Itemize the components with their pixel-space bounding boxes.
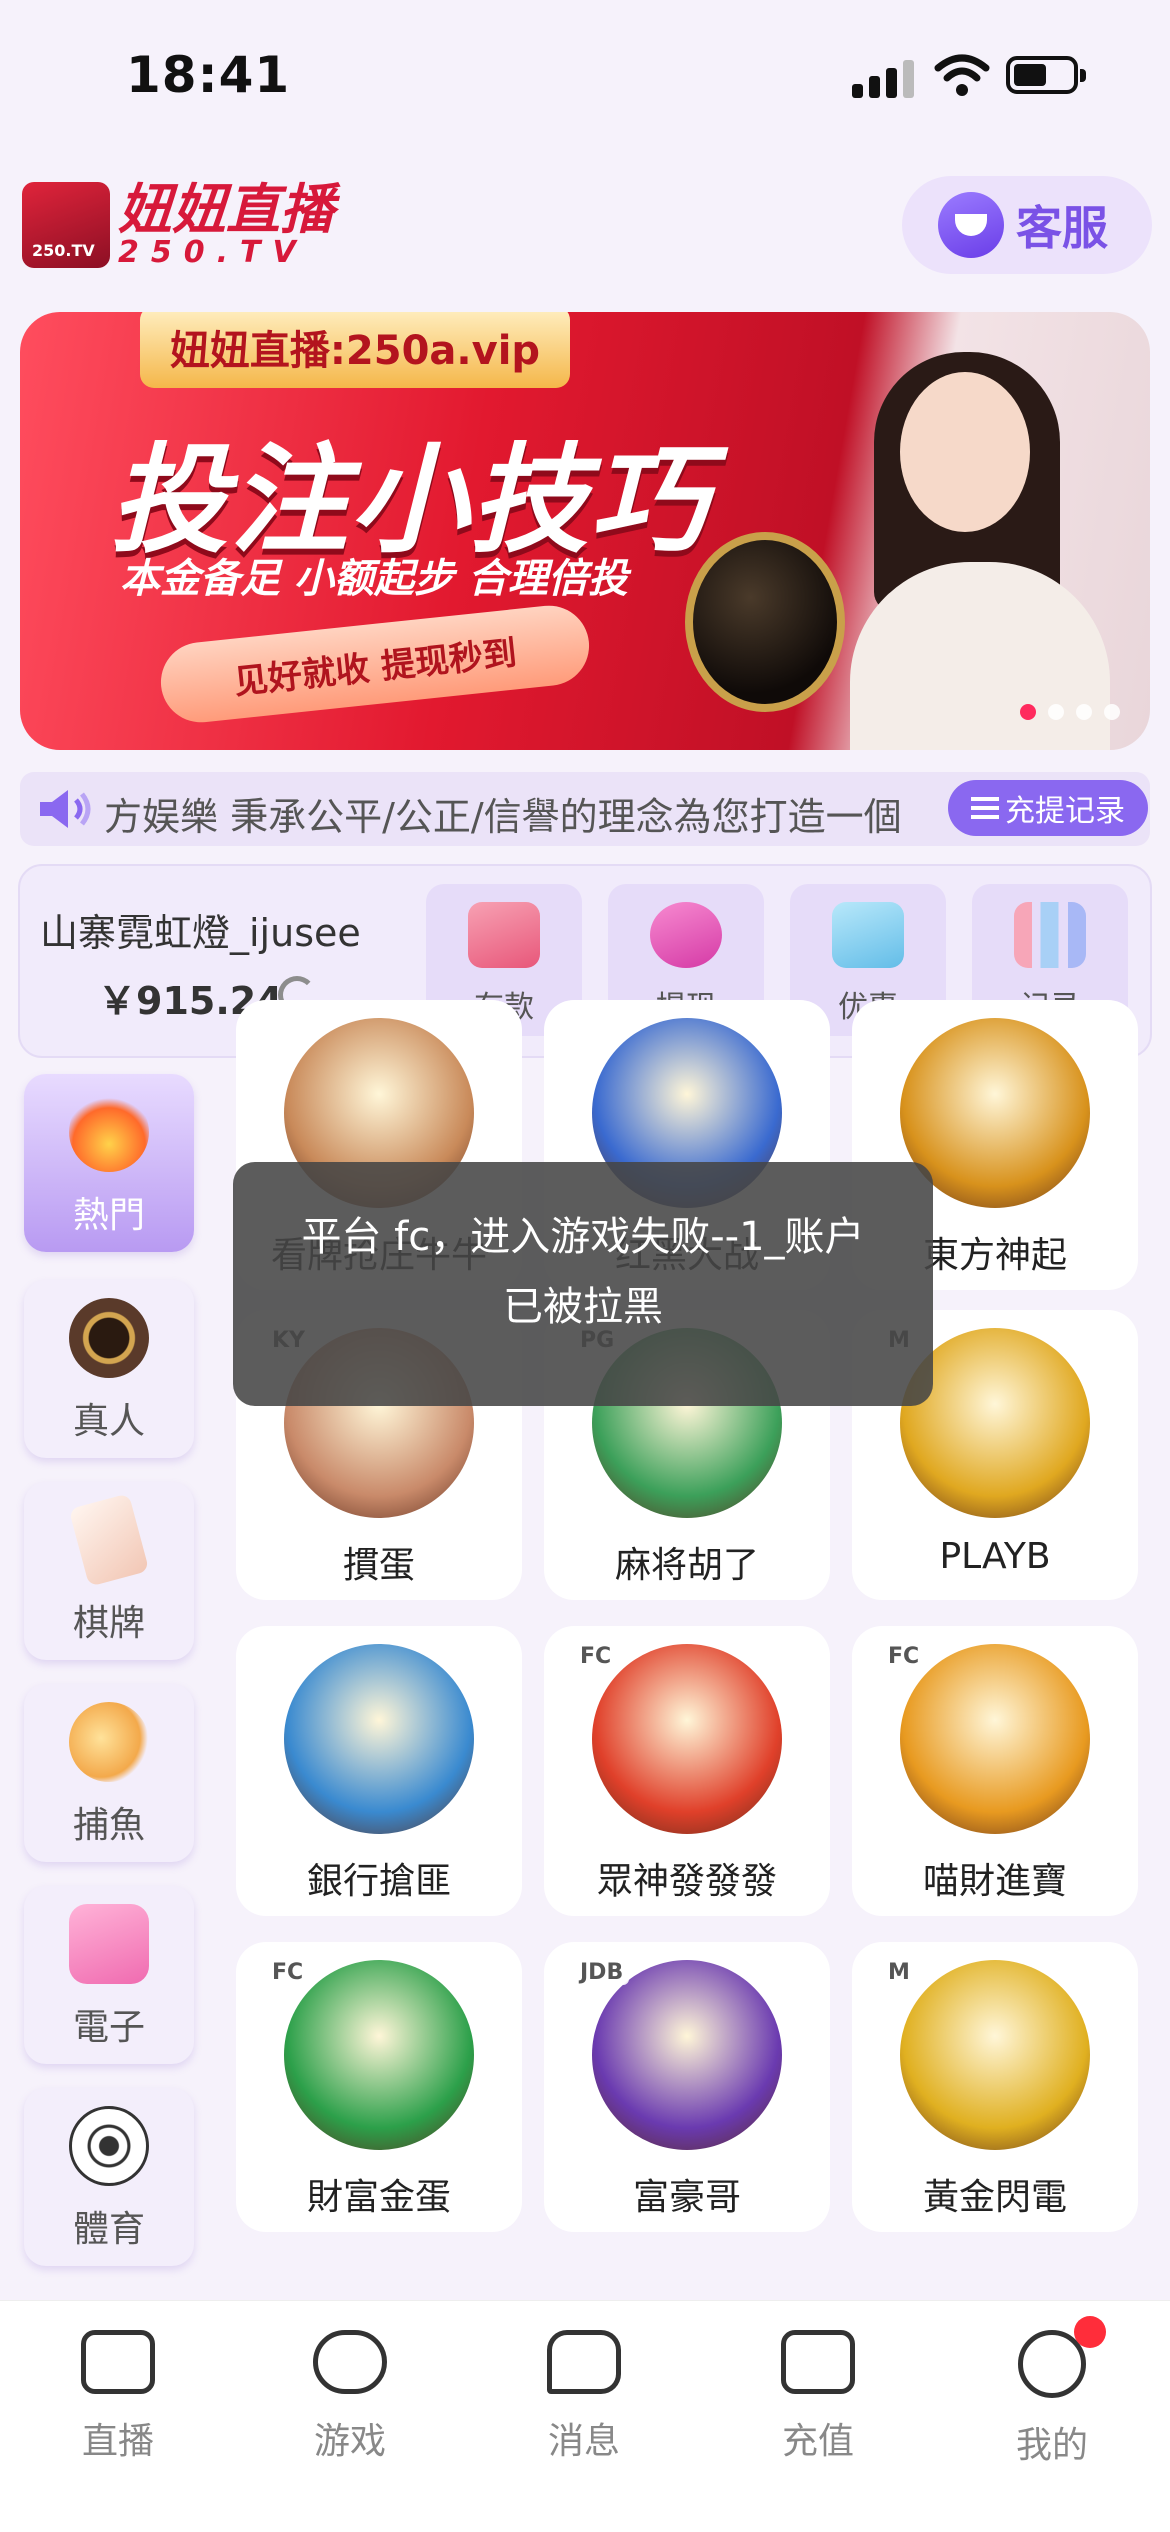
tab-profile[interactable]: 我的 bbox=[972, 2330, 1132, 2468]
tab-games[interactable]: 游戏 bbox=[270, 2330, 430, 2464]
tab-live[interactable]: 直播 bbox=[38, 2330, 198, 2464]
game-name: 富豪哥 bbox=[632, 2177, 741, 2218]
logo-title: 妞妞直播 bbox=[118, 178, 334, 241]
status-bar: 18:41 bbox=[0, 0, 1170, 150]
provider-tag: JDB bbox=[574, 1960, 630, 1985]
provider-tag: FC bbox=[882, 1644, 926, 1669]
records-button-label: 充提记录 bbox=[1005, 794, 1125, 829]
customer-service-button[interactable]: 客服 bbox=[902, 176, 1152, 274]
video-camera-icon bbox=[81, 2330, 155, 2394]
error-toast: 平台 fc，进入游戏失败--1_账户已被拉黑 bbox=[233, 1162, 933, 1406]
fish-icon bbox=[69, 1702, 149, 1782]
battery-icon bbox=[1006, 56, 1086, 94]
fire-icon bbox=[69, 1092, 149, 1172]
soccer-ball-icon bbox=[69, 2106, 149, 2186]
casino-chip-image bbox=[685, 532, 845, 712]
headset-icon bbox=[938, 192, 1004, 258]
game-card[interactable]: FC 眾神發發發 bbox=[544, 1626, 830, 1916]
playing-card-icon bbox=[68, 1493, 150, 1587]
game-thumbnail bbox=[900, 1644, 1090, 1834]
list-icon bbox=[971, 797, 999, 819]
game-card[interactable]: 銀行搶匪 bbox=[236, 1626, 522, 1916]
logo-badge: 250.TV bbox=[22, 182, 110, 268]
game-name: 眾神發發發 bbox=[596, 1861, 777, 1902]
game-thumbnail bbox=[592, 1960, 782, 2150]
game-card[interactable]: JDB 富豪哥 bbox=[544, 1942, 830, 2232]
poker-chip-icon bbox=[69, 1298, 149, 1378]
game-name: 財富金蛋 bbox=[306, 2177, 451, 2218]
provider-tag: FC bbox=[574, 1644, 618, 1669]
game-thumbnail bbox=[900, 1960, 1090, 2150]
announcement-text: 方娱樂 秉承公平/公正/信譽的理念為您打造一個 bbox=[104, 795, 902, 839]
chat-bubble-icon bbox=[547, 2330, 621, 2394]
category-fishing[interactable]: 捕魚 bbox=[24, 1684, 194, 1862]
wifi-icon bbox=[934, 54, 990, 96]
gamepad-icon bbox=[313, 2330, 387, 2394]
banner-domain: 妞妞直播:250a.vip bbox=[140, 312, 570, 388]
money-bag-icon bbox=[650, 902, 722, 968]
game-name: 喵財進寶 bbox=[922, 1861, 1067, 1902]
category-cards[interactable]: 棋牌 bbox=[24, 1482, 194, 1660]
banner-pagination[interactable] bbox=[1020, 704, 1120, 720]
wallet-icon bbox=[781, 2330, 855, 2394]
slot-machine-icon bbox=[69, 1904, 149, 1984]
promo-banner[interactable]: 妞妞直播:250a.vip 投注小技巧 本金备足 小额起步 合理倍投 见好就收 … bbox=[20, 312, 1150, 750]
customer-service-label: 客服 bbox=[1016, 201, 1108, 255]
game-name: 黃金閃電 bbox=[922, 2177, 1067, 2218]
status-time: 18:41 bbox=[126, 46, 291, 104]
app-logo[interactable]: 250.TV 妞妞直播 250.TV bbox=[22, 182, 334, 268]
banner-cta: 见好就收 提现秒到 bbox=[156, 601, 594, 727]
username: 山寨霓虹燈_ijusee bbox=[40, 911, 361, 955]
game-name: 麻将胡了 bbox=[614, 1545, 759, 1586]
game-name: PLAYB bbox=[939, 1536, 1051, 1577]
game-name: 摜蛋 bbox=[342, 1545, 415, 1586]
game-name: 銀行搶匪 bbox=[306, 1861, 451, 1902]
game-thumbnail bbox=[284, 1644, 474, 1834]
tab-messages[interactable]: 消息 bbox=[504, 2330, 664, 2464]
game-card[interactable]: FC 財富金蛋 bbox=[236, 1942, 522, 2232]
banner-subline: 本金备足 小额起步 合理倍投 bbox=[120, 556, 628, 602]
game-thumbnail bbox=[592, 1644, 782, 1834]
tab-recharge[interactable]: 充值 bbox=[738, 2330, 898, 2464]
category-sports[interactable]: 體育 bbox=[24, 2088, 194, 2266]
banner-model-image bbox=[840, 332, 1110, 750]
notification-dot bbox=[1074, 2316, 1106, 2348]
game-card[interactable]: M 黃金閃電 bbox=[852, 1942, 1138, 2232]
wallet-cards-icon bbox=[468, 902, 540, 968]
game-card[interactable]: FC 喵財進寶 bbox=[852, 1626, 1138, 1916]
cellular-signal-icon bbox=[852, 58, 914, 98]
speaker-icon bbox=[40, 790, 91, 828]
gift-icon bbox=[832, 902, 904, 968]
category-slots[interactable]: 電子 bbox=[24, 1886, 194, 2064]
category-live[interactable]: 真人 bbox=[24, 1280, 194, 1458]
provider-tag: M bbox=[882, 1960, 916, 1985]
bar-chart-icon bbox=[1014, 902, 1086, 968]
category-hot[interactable]: 熱門 bbox=[24, 1074, 194, 1252]
provider-tag: FC bbox=[266, 1960, 310, 1985]
deposit-withdraw-records-button[interactable]: 充提记录 bbox=[948, 780, 1148, 836]
logo-domain: 250.TV bbox=[118, 235, 308, 270]
game-thumbnail bbox=[284, 1960, 474, 2150]
